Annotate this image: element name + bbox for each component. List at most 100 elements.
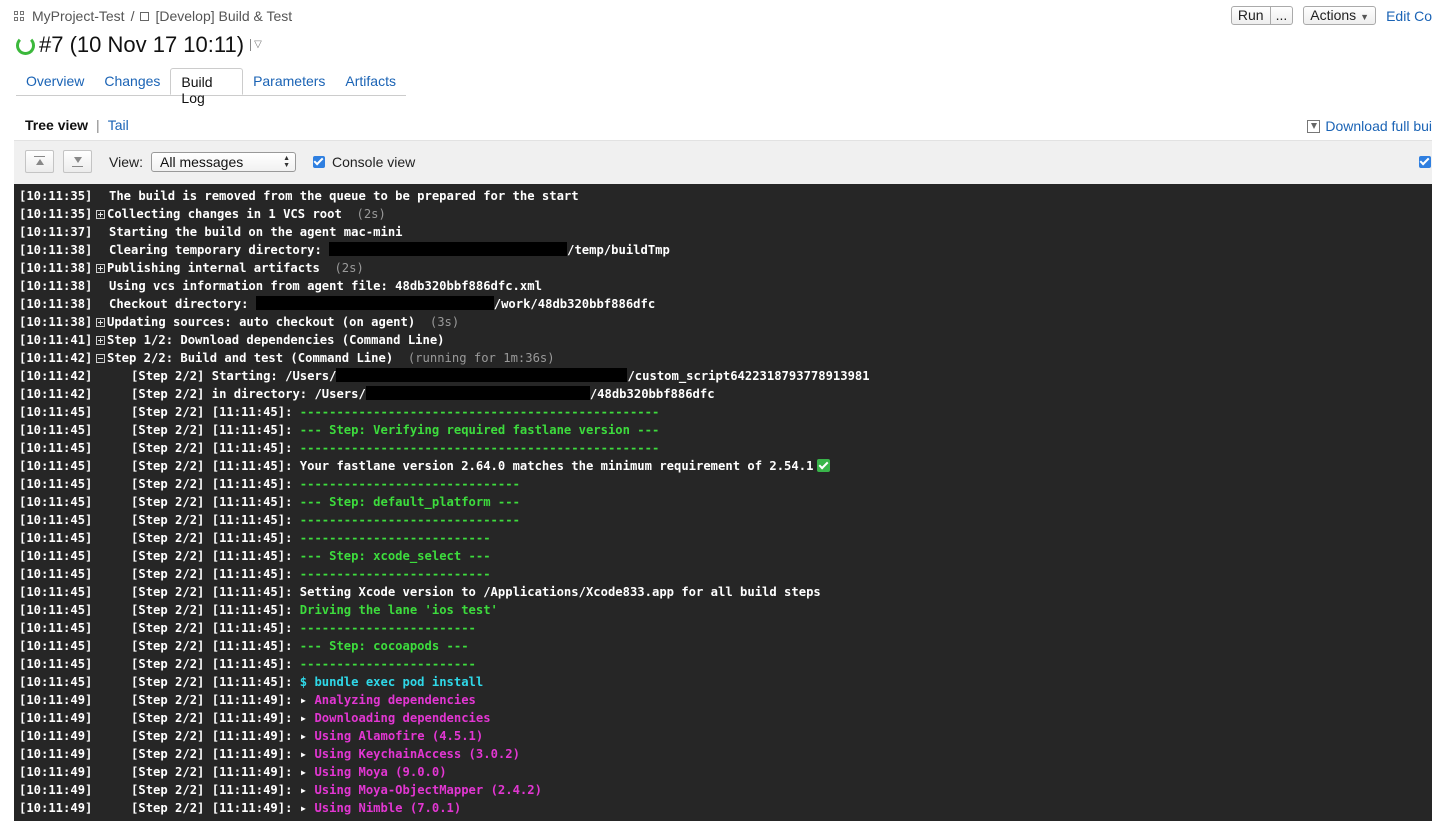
running-spinner-icon <box>16 35 35 55</box>
log-step-prefix: [Step 2/2] [11:11:45]: <box>131 459 300 473</box>
log-message: Using Alamofire (4.5.1) <box>314 729 484 743</box>
build-menu-caret-icon[interactable]: ▽ <box>250 39 262 51</box>
log-step-prefix: [Step 2/2] [11:11:49]: <box>131 747 300 761</box>
log-timestamp: [10:11:45] <box>19 657 93 671</box>
scroll-to-top-button[interactable] <box>25 150 54 173</box>
build-log-console[interactable]: [10:11:35] The build is removed from the … <box>14 184 1432 821</box>
nested-indent <box>109 603 131 617</box>
nested-indent <box>109 567 131 581</box>
log-step-prefix: [Step 2/2] [11:11:45]: <box>131 495 300 509</box>
expand-node-icon[interactable] <box>96 336 105 345</box>
download-full-log[interactable]: Download full bui <box>1307 118 1432 134</box>
log-line: [10:11:38] Updating sources: auto checkou… <box>19 313 459 331</box>
nested-indent <box>109 693 131 707</box>
log-line: [10:11:45] [Step 2/2] [11:11:45]: --- St… <box>19 493 520 511</box>
view-filter-select[interactable]: All messages ▲ ▼ <box>151 152 296 172</box>
log-step-prefix: [Step 2/2] [11:11:49]: <box>131 693 300 707</box>
expand-node-icon[interactable] <box>96 210 105 219</box>
log-timestamp: [10:11:38] <box>19 243 93 257</box>
nested-indent <box>109 459 131 473</box>
log-timestamp: [10:11:45] <box>19 459 93 473</box>
tree-view-link[interactable]: Tree view <box>25 117 88 133</box>
nested-indent <box>109 585 131 599</box>
log-path-suffix: /work/48db320bbf886dfc <box>493 297 656 311</box>
redacted-path <box>336 368 628 382</box>
log-line: [10:11:49] [Step 2/2] [11:11:49]: ▸ Usin… <box>19 781 542 799</box>
breadcrumb-project-link[interactable]: MyProject-Test <box>32 8 125 24</box>
log-message: Updating sources: auto checkout (on agen… <box>107 315 416 329</box>
expand-node-icon[interactable] <box>96 318 105 327</box>
log-message: Using vcs information from agent file: 4… <box>109 279 542 293</box>
log-timestamp: [10:11:45] <box>19 423 93 437</box>
tab-parameters[interactable]: Parameters <box>243 68 335 95</box>
run-custom-button[interactable]: ... <box>1270 6 1294 25</box>
header-actions: Run ... Actions ▼ Edit Co <box>1230 6 1432 25</box>
download-full-log-link[interactable]: Download full bui <box>1325 118 1432 134</box>
log-message: --- Step: Verifying required fastlane ve… <box>299 423 660 437</box>
nested-indent <box>109 765 131 779</box>
log-step-prefix: [Step 2/2] [11:11:45]: <box>131 513 300 527</box>
log-timestamp: [10:11:45] <box>19 639 93 653</box>
nested-indent <box>109 783 131 797</box>
log-duration: (3s) <box>415 315 460 329</box>
log-message: Step 1/2: Download dependencies (Command… <box>107 333 445 347</box>
log-message: Using Moya-ObjectMapper (2.4.2) <box>314 783 542 797</box>
nested-indent <box>109 657 131 671</box>
actions-button[interactable]: Actions ▼ <box>1303 6 1377 25</box>
tab-changes[interactable]: Changes <box>94 68 170 95</box>
log-line: [10:11:45] [Step 2/2] [11:11:45]: --- St… <box>19 421 659 439</box>
log-message: ------------------------ <box>299 621 476 635</box>
view-label: View: <box>109 154 143 170</box>
log-line: [10:11:45] [Step 2/2] [11:11:45]: $ bund… <box>19 673 483 691</box>
scroll-top-bar <box>34 156 45 157</box>
log-line: [10:11:45] [Step 2/2] [11:11:45]: --- St… <box>19 547 491 565</box>
console-view-label: Console view <box>332 154 416 170</box>
console-view-checkbox[interactable] <box>313 156 325 168</box>
breadcrumb-build-config-link[interactable]: [Develop] Build & Test <box>155 8 292 24</box>
log-message: Analyzing dependencies <box>314 693 476 707</box>
nested-indent <box>109 405 131 419</box>
nested-indent <box>109 531 131 545</box>
nested-indent <box>109 639 131 653</box>
arrow-up-icon <box>36 159 44 165</box>
expand-node-icon[interactable] <box>96 264 105 273</box>
log-message: ------------------------ <box>299 657 476 671</box>
log-line: [10:11:41] Step 1/2: Download dependencie… <box>19 331 445 349</box>
log-timestamp: [10:11:45] <box>19 441 93 455</box>
build-config-icon <box>140 11 150 21</box>
run-button[interactable]: Run <box>1230 6 1271 25</box>
log-timestamp: [10:11:42] <box>19 351 93 365</box>
tail-link[interactable]: Tail <box>108 117 129 133</box>
log-message: Using KeychainAccess (3.0.2) <box>314 747 520 761</box>
collapse-node-icon[interactable] <box>96 354 105 363</box>
log-message: ----------------------------------------… <box>299 405 660 419</box>
log-toolbar: View: All messages ▲ ▼ Console view <box>14 140 1432 184</box>
log-step-prefix: [Step 2/2] [11:11:45]: <box>131 621 300 635</box>
tab-artifacts[interactable]: Artifacts <box>335 68 406 95</box>
log-line: [10:11:42] [Step 2/2] Starting: /Users/ /… <box>19 367 870 385</box>
log-message: ------------------------------ <box>299 513 520 527</box>
tab-overview[interactable]: Overview <box>16 68 94 95</box>
tab-build-log[interactable]: Build Log <box>170 68 244 106</box>
right-option-checkbox[interactable] <box>1419 156 1431 168</box>
log-line: [10:11:45] [Step 2/2] [11:11:45]: Drivin… <box>19 601 498 619</box>
build-title: #7 (10 Nov 17 10:11) <box>39 32 245 57</box>
log-timestamp: [10:11:49] <box>19 711 93 725</box>
log-timestamp: [10:11:35] <box>19 207 93 221</box>
log-message: Step 2/2: Build and test (Command Line) <box>107 351 394 365</box>
chevron-down-icon: ▼ <box>1360 12 1370 22</box>
scroll-to-bottom-button[interactable] <box>63 150 92 173</box>
log-line: [10:11:49] [Step 2/2] [11:11:49]: ▸ Usin… <box>19 745 520 763</box>
log-timestamp: [10:11:49] <box>19 729 93 743</box>
log-line: [10:11:45] [Step 2/2] [11:11:45]: ------… <box>19 565 491 583</box>
log-timestamp: [10:11:41] <box>19 333 93 347</box>
log-message: Collecting changes in 1 VCS root <box>107 207 342 221</box>
log-step-prefix: [Step 2/2] [11:11:49]: <box>131 711 300 725</box>
log-line: [10:11:49] [Step 2/2] [11:11:49]: ▸ Anal… <box>19 691 476 709</box>
breadcrumb-separator: / <box>130 8 135 24</box>
nested-indent <box>109 549 131 563</box>
log-timestamp: [10:11:49] <box>19 801 93 815</box>
nested-indent <box>109 369 131 383</box>
nested-indent <box>109 387 131 401</box>
edit-configuration-link[interactable]: Edit Co <box>1386 8 1432 24</box>
